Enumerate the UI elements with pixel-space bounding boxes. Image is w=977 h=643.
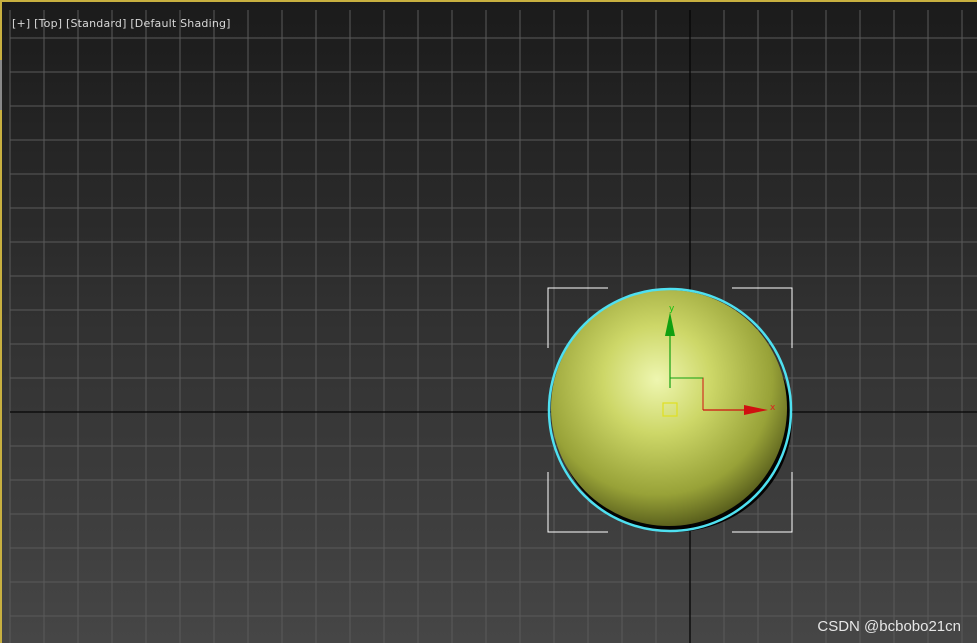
viewport-shading-menu[interactable]: [Default Shading] <box>130 17 230 30</box>
grid <box>9 10 977 643</box>
viewport-view-menu[interactable]: [Top] <box>34 17 62 30</box>
viewport-canvas[interactable]: y x <box>2 2 977 643</box>
viewport-label-menu[interactable]: [+] [Top] [Standard] [Default Shading] <box>12 17 231 30</box>
gizmo-y-label: y <box>669 304 675 314</box>
watermark: CSDN @bcbobo21cn <box>817 618 961 635</box>
left-edge-strip <box>0 60 2 110</box>
viewport-render-menu[interactable]: [Standard] <box>66 17 127 30</box>
top-viewport[interactable]: y x [+] [Top] [Standard] [Default Shadin… <box>0 0 977 643</box>
gizmo-x-label: x <box>770 403 776 413</box>
viewport-menu-plus[interactable]: [+] <box>12 17 30 30</box>
